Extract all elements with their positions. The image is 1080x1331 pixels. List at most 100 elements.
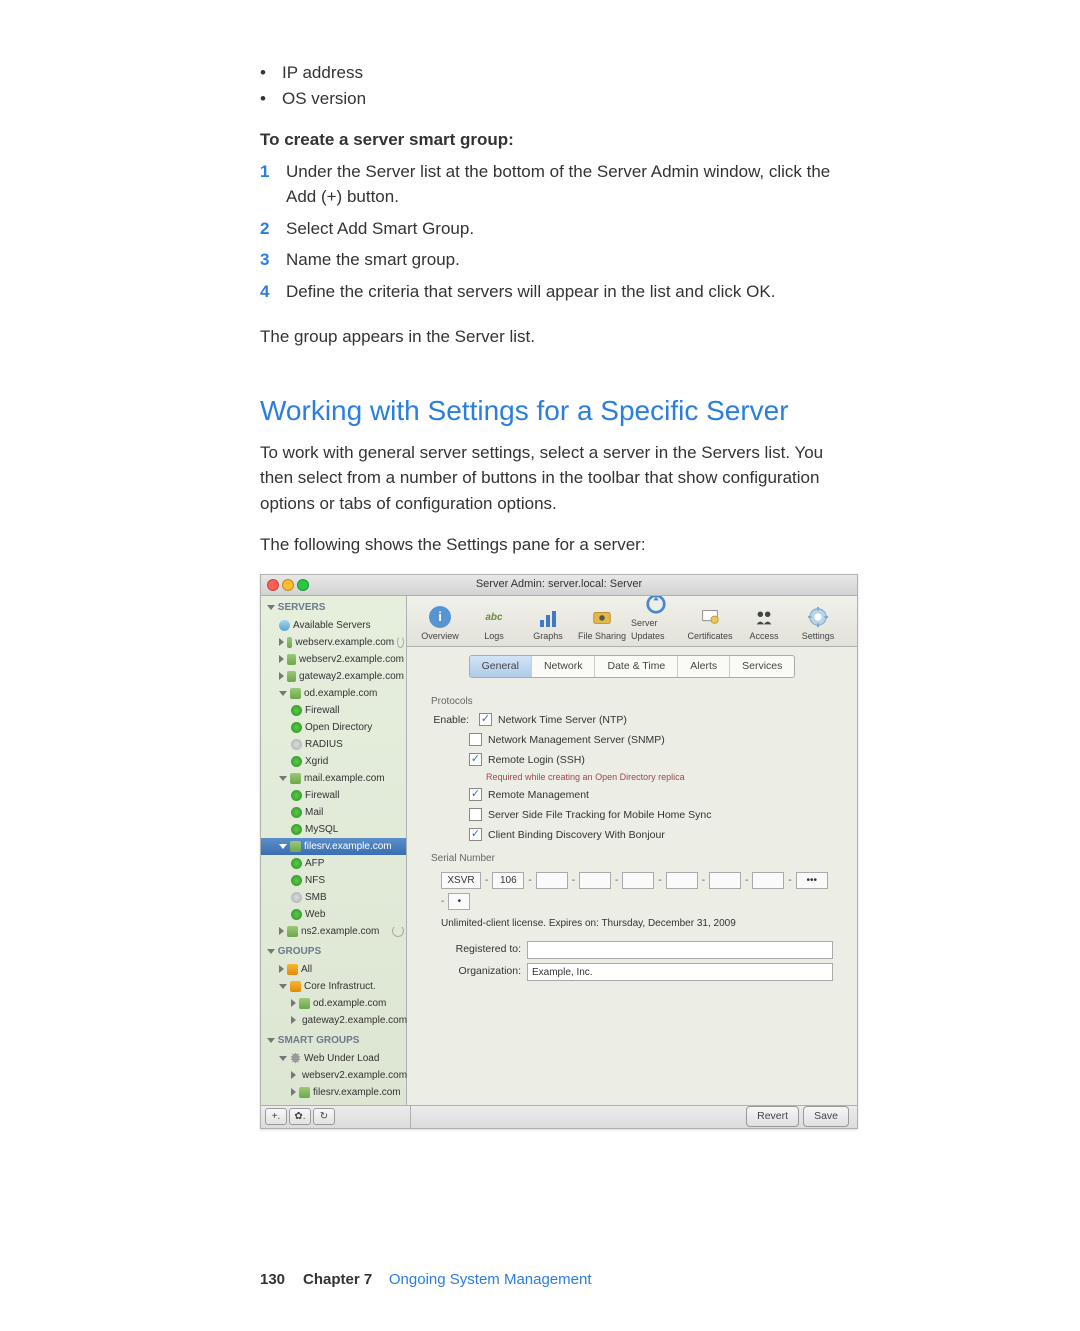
sidebar-service-smb[interactable]: SMB — [261, 889, 406, 906]
section-heading: Working with Settings for a Specific Ser… — [260, 390, 860, 432]
intro-bullet-list: IP address OS version — [260, 60, 860, 111]
checkbox-server-side-file-tracking[interactable] — [469, 808, 482, 821]
sidebar-service-mysql[interactable]: MySQL — [261, 821, 406, 838]
tab-services[interactable]: Services — [730, 656, 794, 678]
serial-field-4[interactable] — [579, 872, 611, 889]
status-on-icon — [291, 909, 302, 920]
sidebar-service-xgrid[interactable]: Xgrid — [261, 753, 406, 770]
updates-icon — [645, 593, 667, 615]
sidebar-server-webserv[interactable]: webserv.example.com — [261, 634, 406, 651]
toolbar-graphs[interactable]: Graphs — [523, 606, 573, 644]
toolbar-overview[interactable]: i Overview — [415, 606, 465, 644]
window-title: Server Admin: server.local: Server — [261, 576, 857, 593]
sidebar-service-web[interactable]: Web — [261, 906, 406, 923]
checkbox-snmp[interactable] — [469, 733, 482, 746]
info-icon: i — [429, 606, 451, 628]
window-titlebar[interactable]: Server Admin: server.local: Server — [261, 575, 857, 596]
serial-field-5[interactable] — [622, 872, 654, 889]
tab-alerts[interactable]: Alerts — [678, 656, 730, 678]
globe-icon — [279, 620, 290, 631]
serial-field-1[interactable]: XSVR — [441, 872, 481, 889]
steps-result: The group appears in the Server list. — [260, 324, 860, 350]
toolbar-access[interactable]: Access — [739, 606, 789, 644]
tab-datetime[interactable]: Date & Time — [595, 656, 678, 678]
step-3: Name the smart group. — [286, 250, 460, 269]
status-on-icon — [291, 858, 302, 869]
status-on-icon — [291, 722, 302, 733]
ssh-hint: Required while creating an Open Director… — [486, 771, 833, 785]
sidebar-server-gateway2[interactable]: gateway2.example.com — [261, 668, 406, 685]
sidebar-server-mail[interactable]: mail.example.com — [261, 770, 406, 787]
tab-network[interactable]: Network — [532, 656, 596, 678]
checkbox-bonjour[interactable] — [469, 828, 482, 841]
add-button[interactable]: +. — [265, 1108, 287, 1125]
sidebar-header-groups: GROUPS — [261, 940, 406, 961]
step-4: Define the criteria that servers will ap… — [286, 282, 775, 301]
serial-field-6[interactable] — [666, 872, 698, 889]
status-on-icon — [291, 875, 302, 886]
sidebar-group-gw[interactable]: gateway2.example.com — [261, 1012, 406, 1029]
activity-spinner-icon — [392, 925, 404, 937]
gear-icon — [807, 606, 829, 628]
sidebar-sg-webserv2[interactable]: webserv2.example.com — [261, 1067, 406, 1084]
sidebar-server-filesrv[interactable]: filesrv.example.com — [261, 838, 406, 855]
sidebar-sg-filesrv[interactable]: filesrv.example.com — [261, 1084, 406, 1101]
sidebar-service-nfs[interactable]: NFS — [261, 872, 406, 889]
serial-field-7[interactable] — [709, 872, 741, 889]
sidebar-group-all[interactable]: All — [261, 961, 406, 978]
serial-field-3[interactable] — [536, 872, 568, 889]
refresh-button[interactable]: ↻ — [313, 1108, 335, 1125]
serial-field-8[interactable] — [752, 872, 784, 889]
sidebar-group-od[interactable]: od.example.com — [261, 995, 406, 1012]
tab-general[interactable]: General — [470, 656, 532, 678]
page-number: 130 — [260, 1269, 285, 1292]
smart-group-icon — [290, 1053, 301, 1064]
group-all-icon — [287, 964, 298, 975]
status-off-icon — [291, 739, 302, 750]
sidebar-group-core[interactable]: Core Infrastruct. — [261, 978, 406, 995]
sidebar-server-webserv2[interactable]: webserv2.example.com — [261, 651, 406, 668]
chapter-label: Chapter 7 — [303, 1271, 372, 1288]
save-button[interactable]: Save — [803, 1106, 849, 1128]
server-icon — [299, 998, 310, 1009]
serial-field-2[interactable]: 106 — [492, 872, 524, 889]
sidebar-server-od[interactable]: od.example.com — [261, 685, 406, 702]
toolbar-settings[interactable]: Settings — [793, 606, 843, 644]
sidebar-server-ns2[interactable]: ns2.example.com — [261, 923, 406, 940]
bullet-ip: IP address — [260, 60, 860, 86]
serial-field-10[interactable]: • — [448, 893, 470, 910]
organization-input[interactable]: Example, Inc. — [527, 963, 833, 981]
sidebar-service-firewall-2[interactable]: Firewall — [261, 787, 406, 804]
sidebar-smartgroup-web[interactable]: Web Under Load — [261, 1050, 406, 1067]
sidebar-service-opendirectory[interactable]: Open Directory — [261, 719, 406, 736]
option-bonjour: Client Binding Discovery With Bonjour — [488, 828, 665, 844]
server-icon — [287, 671, 296, 682]
checkbox-remote-mgmt[interactable] — [469, 788, 482, 801]
sidebar: SERVERS Available Servers webserv.exampl… — [261, 596, 407, 1105]
server-icon — [287, 926, 298, 937]
revert-button[interactable]: Revert — [746, 1106, 799, 1128]
toolbar-logs[interactable]: abc Logs — [469, 606, 519, 644]
sidebar-service-afp[interactable]: AFP — [261, 855, 406, 872]
sidebar-header-smart-groups: SMART GROUPS — [261, 1029, 406, 1050]
status-on-icon — [291, 756, 302, 767]
toolbar-filesharing[interactable]: File Sharing — [577, 606, 627, 644]
sidebar-service-firewall-1[interactable]: Firewall — [261, 702, 406, 719]
sidebar-available-servers[interactable]: Available Servers — [261, 617, 406, 634]
checkbox-ntp[interactable] — [479, 713, 492, 726]
sidebar-service-mail[interactable]: Mail — [261, 804, 406, 821]
status-on-icon — [291, 807, 302, 818]
toolbar-certificates[interactable]: Certificates — [685, 606, 735, 644]
server-icon — [290, 841, 301, 852]
group-icon — [290, 981, 301, 992]
action-gear-button[interactable]: ✿. — [289, 1108, 311, 1125]
server-icon — [287, 637, 292, 648]
serial-field-9[interactable]: ••• — [796, 872, 828, 889]
checkbox-ssh[interactable] — [469, 753, 482, 766]
license-text: Unlimited-client license. Expires on: Th… — [441, 916, 833, 931]
status-on-icon — [291, 705, 302, 716]
server-icon — [299, 1087, 310, 1098]
registered-to-input[interactable] — [527, 941, 833, 959]
sidebar-service-radius[interactable]: RADIUS — [261, 736, 406, 753]
toolbar-updates[interactable]: Server Updates — [631, 593, 681, 644]
